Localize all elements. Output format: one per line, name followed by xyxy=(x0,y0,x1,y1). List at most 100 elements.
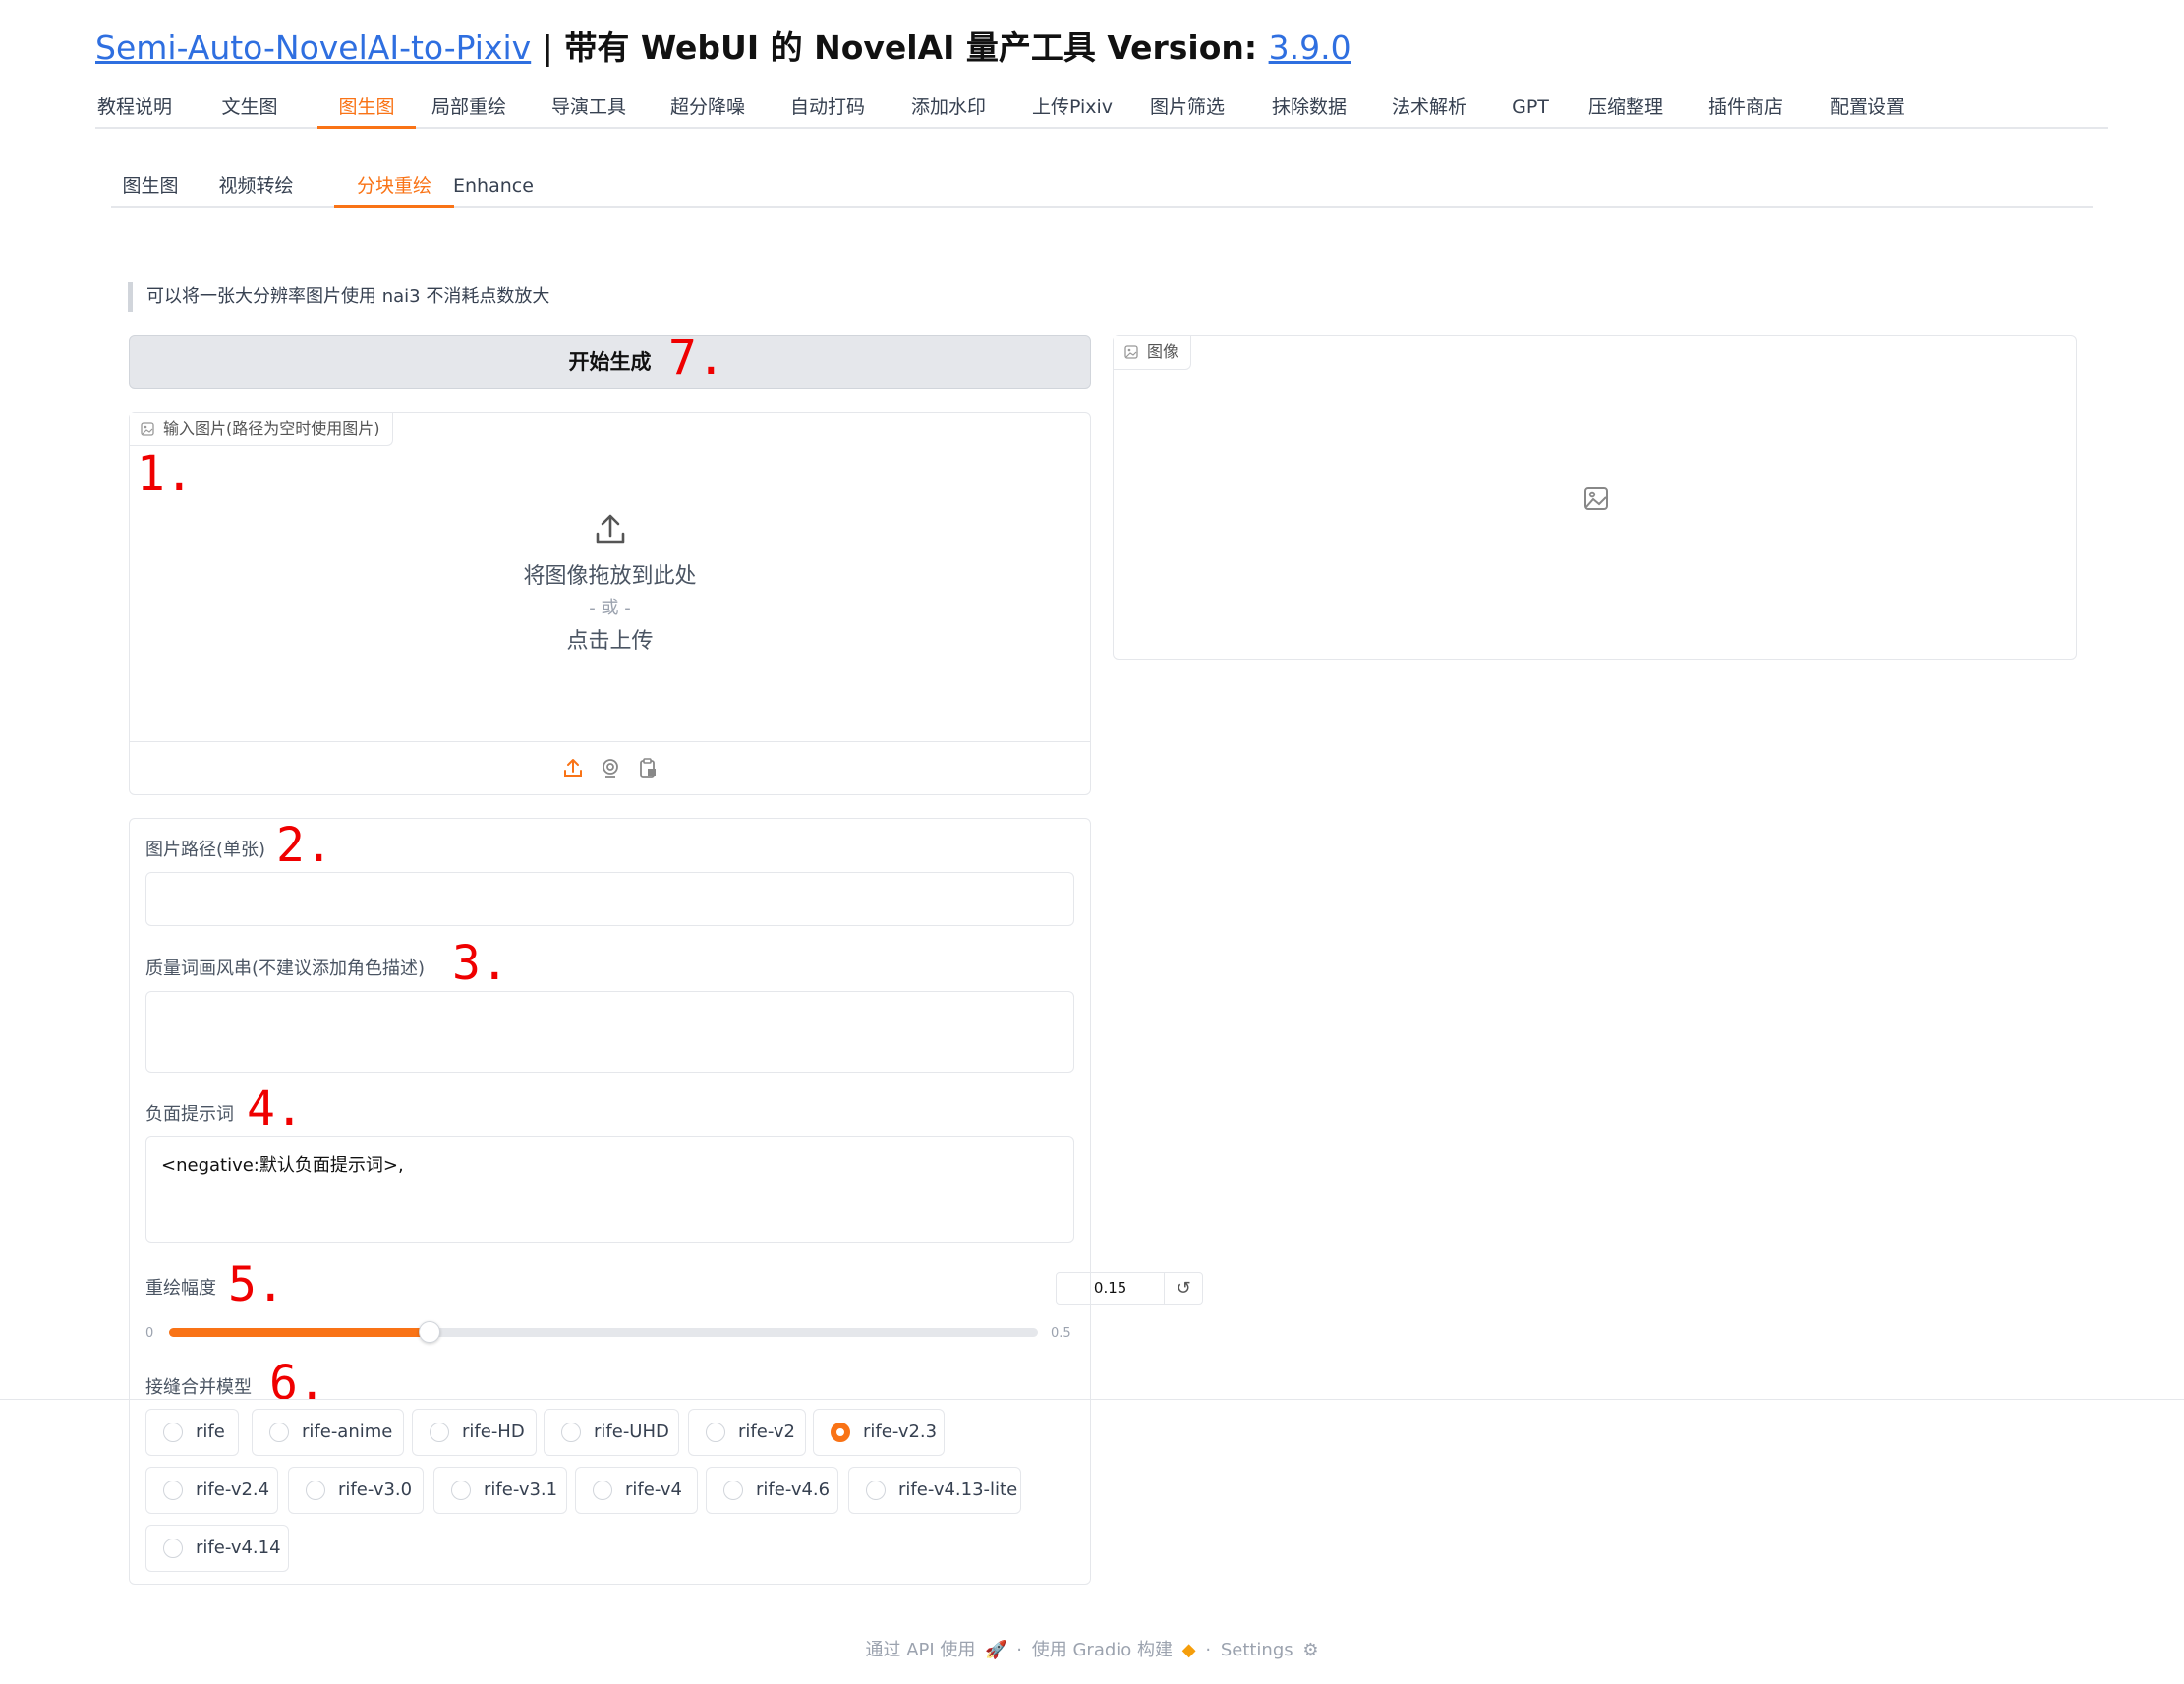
image-placeholder-icon xyxy=(1583,486,1609,515)
model-radio-option[interactable]: rife xyxy=(145,1409,239,1456)
radio-unchecked-icon xyxy=(163,1481,183,1500)
footer-dot: · xyxy=(1205,1640,1212,1660)
drop-text: 将图像拖放到此处 xyxy=(523,564,697,589)
model-radio-label: rife-v4 xyxy=(625,1480,682,1500)
api-link[interactable]: 通过 API 使用 xyxy=(865,1640,975,1660)
main-tab-bar: 教程说明 文生图 图生图 局部重绘 导演工具 超分降噪 自动打码 添加水印 上传Pixiv 图片筛… xyxy=(95,88,2108,129)
sub-tab-3[interactable]: Enhance xyxy=(453,169,534,208)
sub-tab-0[interactable]: 图生图 xyxy=(111,169,190,208)
model-radio-option[interactable]: rife-anime xyxy=(252,1409,404,1456)
footer-dot: · xyxy=(1016,1640,1023,1660)
model-radio-label: rife-v2.3 xyxy=(863,1422,938,1442)
tab-9[interactable]: 图片筛选 xyxy=(1145,88,1230,129)
upload-icon[interactable] xyxy=(562,757,584,783)
click-upload-text: 点击上传 xyxy=(566,629,654,654)
model-radio-option[interactable]: rife-UHD xyxy=(544,1409,679,1456)
strength-number-input[interactable]: 0.15 xyxy=(1057,1273,1166,1304)
tab-13[interactable]: 压缩整理 xyxy=(1583,88,1668,129)
model-radio-label: rife-HD xyxy=(462,1422,525,1442)
annotation-2: 2. xyxy=(276,818,333,873)
image-path-label: 图片路径(单张) xyxy=(145,840,266,860)
slider-fill xyxy=(169,1328,431,1337)
negative-label: 负面提示词 xyxy=(145,1104,234,1125)
tab-12[interactable]: GPT xyxy=(1508,88,1553,129)
clipboard-icon[interactable] xyxy=(637,757,659,783)
app-title: 带有 WebUI 的 NovelAI 量产工具 Version: xyxy=(564,29,1258,67)
radio-unchecked-icon xyxy=(723,1481,743,1500)
output-image-label: 图像 xyxy=(1114,336,1192,370)
header-separator: | xyxy=(542,29,553,67)
annotation-5: 5. xyxy=(228,1257,285,1312)
gradio-link[interactable]: 使用 Gradio 构建 xyxy=(1032,1640,1173,1660)
model-radio-option[interactable]: rife-v4.6 xyxy=(706,1467,838,1514)
model-radio-label: rife xyxy=(196,1422,225,1442)
repo-link[interactable]: Semi-Auto-NovelAI-to-Pixiv xyxy=(95,29,531,67)
negative-field[interactable] xyxy=(145,1136,1074,1243)
radio-unchecked-icon xyxy=(430,1423,449,1442)
version-link[interactable]: 3.9.0 xyxy=(1269,29,1351,67)
settings-link[interactable]: Settings xyxy=(1221,1640,1293,1660)
radio-unchecked-icon xyxy=(866,1481,886,1500)
tab-14[interactable]: 插件商店 xyxy=(1703,88,1788,129)
generate-button[interactable]: 开始生成 xyxy=(129,335,1091,389)
divider-line xyxy=(0,1399,2184,1400)
upload-large-icon xyxy=(596,514,624,544)
image-icon xyxy=(141,422,154,436)
tab-0[interactable]: 教程说明 xyxy=(95,88,174,129)
model-radio-option[interactable]: rife-v2.4 xyxy=(145,1467,278,1514)
model-radio-option[interactable]: rife-v2 xyxy=(688,1409,806,1456)
model-label: 接缝合并模型 xyxy=(145,1377,252,1398)
radio-unchecked-icon xyxy=(269,1423,289,1442)
model-radio-option[interactable]: rife-v4 xyxy=(575,1467,698,1514)
model-radio-label: rife-UHD xyxy=(594,1422,669,1442)
radio-checked-icon xyxy=(831,1423,850,1442)
input-image-label-text: 输入图片(路径为空时使用图片) xyxy=(163,419,380,437)
annotation-1: 1. xyxy=(137,446,194,501)
tab-15[interactable]: 配置设置 xyxy=(1825,88,1910,129)
input-image-label: 输入图片(路径为空时使用图片) xyxy=(130,413,393,446)
negative-textarea[interactable] xyxy=(146,1137,1073,1242)
quality-field[interactable] xyxy=(145,991,1074,1073)
output-image-label-text: 图像 xyxy=(1147,342,1179,361)
settings-panel: 图片路径(单张) 质量词画风串(不建议添加角色描述) 负面提示词 重绘幅度 0.… xyxy=(129,818,1203,1585)
tab-8[interactable]: 上传Pixiv xyxy=(1026,88,1119,129)
model-radio-option[interactable]: rife-v4.14 xyxy=(145,1525,289,1572)
dropzone[interactable]: 将图像拖放到此处 - 或 - 点击上传 xyxy=(130,511,1090,655)
model-radio-option[interactable]: rife-HD xyxy=(412,1409,537,1456)
tab-11[interactable]: 法术解析 xyxy=(1387,88,1471,129)
description-text: 可以将一张大分辨率图片使用 nai3 不消耗点数放大 xyxy=(128,282,549,312)
image-icon xyxy=(1124,345,1138,359)
tab-10[interactable]: 抹除数据 xyxy=(1267,88,1351,129)
slider-thumb[interactable] xyxy=(419,1321,441,1343)
model-radio-option[interactable]: rife-v2.3 xyxy=(813,1409,945,1456)
model-radio-option[interactable]: rife-v3.0 xyxy=(288,1467,424,1514)
tab-4[interactable]: 导演工具 xyxy=(546,88,631,129)
model-radio-option[interactable]: rife-v3.1 xyxy=(433,1467,567,1514)
sub-tab-2[interactable]: 分块重绘 xyxy=(334,169,454,208)
input-image-panel[interactable]: 输入图片(路径为空时使用图片) 将图像拖放到此处 - 或 - 点击上传 xyxy=(129,412,1091,795)
webcam-icon[interactable] xyxy=(600,757,621,783)
radio-unchecked-icon xyxy=(163,1539,183,1558)
radio-unchecked-icon xyxy=(561,1423,581,1442)
strength-slider[interactable] xyxy=(169,1321,1038,1343)
tab-7[interactable]: 添加水印 xyxy=(906,88,991,129)
image-path-input[interactable] xyxy=(146,873,1073,925)
radio-unchecked-icon xyxy=(593,1481,612,1500)
radio-unchecked-icon xyxy=(306,1481,325,1500)
model-radio-label: rife-v4.6 xyxy=(756,1480,831,1500)
image-path-field[interactable] xyxy=(145,872,1074,926)
tab-5[interactable]: 超分降噪 xyxy=(665,88,750,129)
annotation-3: 3. xyxy=(452,936,509,991)
tab-2[interactable]: 图生图 xyxy=(317,88,416,129)
model-radio-label: rife-v2 xyxy=(738,1422,795,1442)
quality-textarea[interactable] xyxy=(146,992,1073,1072)
sub-tab-1[interactable]: 视频转绘 xyxy=(209,169,303,208)
model-radio-label: rife-v3.0 xyxy=(338,1480,413,1500)
reset-icon[interactable]: ↺ xyxy=(1165,1273,1202,1304)
tab-6[interactable]: 自动打码 xyxy=(785,88,870,129)
tab-3[interactable]: 局部重绘 xyxy=(427,88,511,129)
radio-unchecked-icon xyxy=(163,1423,183,1442)
model-radio-option[interactable]: rife-v4.13-lite xyxy=(848,1467,1021,1514)
radio-unchecked-icon xyxy=(706,1423,725,1442)
tab-1[interactable]: 文生图 xyxy=(214,88,285,129)
